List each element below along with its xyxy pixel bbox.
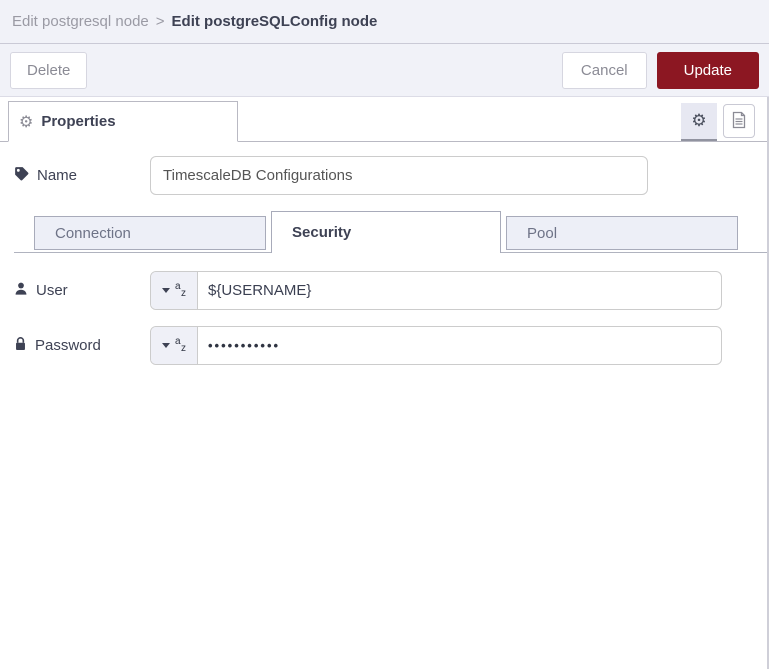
string-type-icon-z: z [181, 343, 186, 354]
tab-security-label: Security [292, 224, 352, 241]
string-type-icon: a z [175, 337, 186, 354]
cancel-button[interactable]: Cancel [561, 51, 647, 89]
user-icon [14, 281, 28, 300]
password-type-select-button[interactable]: a z [151, 327, 198, 364]
tab-properties[interactable]: ⚙ Properties [8, 101, 238, 142]
user-field-row: User a z ${USERNAME} [14, 271, 767, 310]
password-label: Password [14, 336, 150, 355]
tab-connection-label: Connection [55, 224, 131, 242]
properties-tab-label: Properties [41, 113, 116, 130]
name-label: Name [14, 166, 150, 185]
config-subtabs: Connection Security Pool [14, 211, 767, 253]
user-typed-input: a z ${USERNAME} [150, 271, 722, 310]
tab-pool-label: Pool [527, 224, 558, 242]
tag-icon [14, 166, 29, 185]
breadcrumb-separator: > [155, 13, 165, 30]
lock-icon [14, 336, 27, 355]
password-typed-input: a z ••••••••••• [150, 326, 722, 365]
dialog-toolbar: Delete Cancel Update [0, 44, 769, 97]
user-input[interactable]: ${USERNAME} [198, 272, 311, 309]
name-label-text: Name [37, 167, 78, 184]
chevron-down-icon [162, 288, 170, 293]
breadcrumb-current: Edit postgreSQLConfig node [171, 13, 378, 30]
tab-connection[interactable]: Connection [34, 216, 266, 250]
node-documentation-view-button[interactable] [723, 104, 755, 138]
update-button[interactable]: Update [656, 51, 759, 89]
gear-icon: ⚙ [19, 111, 34, 131]
edit-config-node-dialog: Edit postgresql node > Edit postgreSQLCo… [0, 0, 769, 669]
properties-tab-bar: ⚙ Properties ⚙ [0, 100, 767, 142]
node-properties-view-button[interactable]: ⚙ [681, 103, 717, 141]
breadcrumb-parent-link[interactable]: Edit postgresql node [12, 13, 149, 30]
string-type-icon-z: z [181, 288, 186, 299]
document-icon [731, 111, 747, 132]
delete-button[interactable]: Delete [10, 51, 88, 89]
password-input[interactable]: ••••••••••• [198, 327, 280, 364]
node-editor-panel: ⚙ Properties ⚙ Name TimescaleDB Configur… [0, 97, 769, 669]
node-edit-form: Name Connection Security Pool [0, 142, 767, 365]
password-label-text: Password [35, 337, 101, 354]
name-field-row: Name [14, 156, 767, 195]
gear-icon: ⚙ [691, 110, 707, 131]
chevron-down-icon [162, 343, 170, 348]
panel-view-buttons: ⚙ [681, 103, 755, 141]
user-label: User [14, 281, 150, 300]
breadcrumb: Edit postgresql node > Edit postgreSQLCo… [0, 0, 769, 44]
password-field-row: Password a z ••••••••••• [14, 326, 767, 365]
string-type-icon: a z [175, 282, 186, 299]
user-label-text: User [36, 282, 68, 299]
string-type-icon-a: a [175, 336, 181, 347]
string-type-icon-a: a [175, 281, 181, 292]
user-type-select-button[interactable]: a z [151, 272, 198, 309]
name-input[interactable] [150, 156, 648, 195]
tab-pool[interactable]: Pool [506, 216, 738, 250]
tab-security[interactable]: Security [271, 211, 501, 253]
